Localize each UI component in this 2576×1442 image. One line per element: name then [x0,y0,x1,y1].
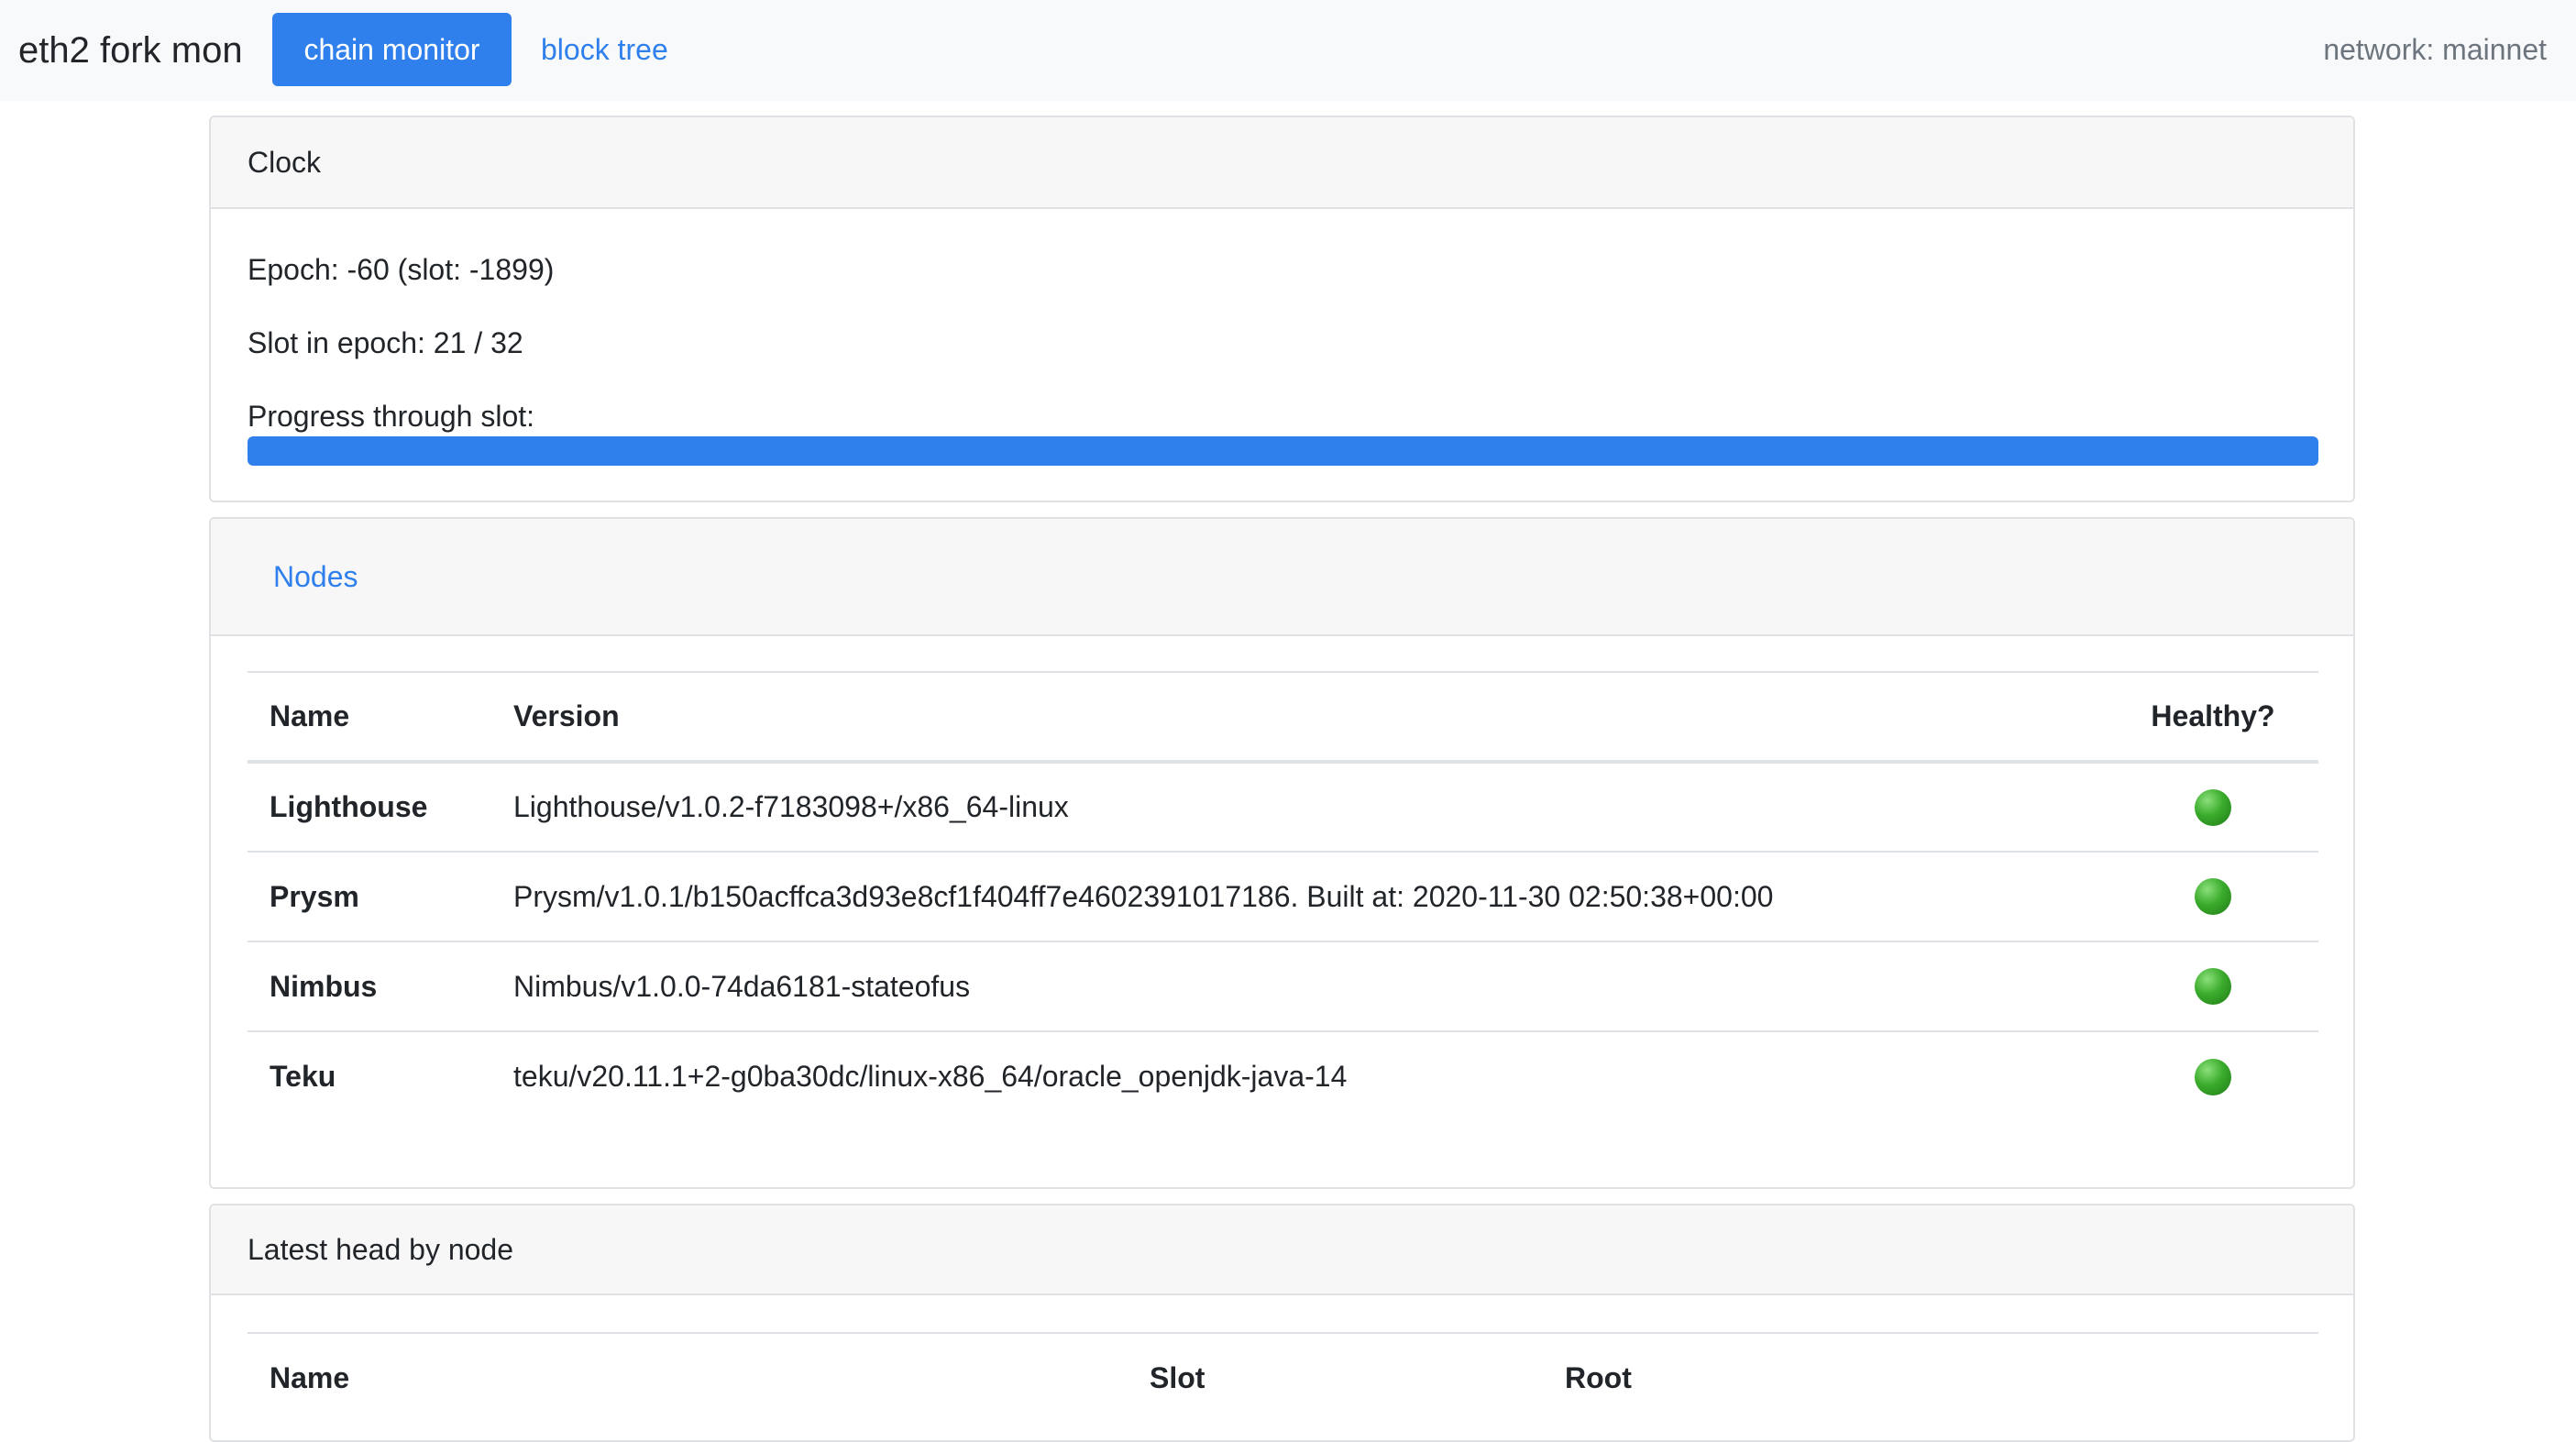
column-header-name: Name [270,1361,350,1394]
tab-block-tree[interactable]: block tree [541,13,668,86]
network-indicator: network: mainnet [2323,33,2547,66]
slot-in-epoch-text: Slot in epoch: 21 / 32 [248,326,523,359]
column-header-name: Name [248,671,491,764]
table-row: Nimbus Nimbus/v1.0.0-74da6181-stateofus [248,941,2318,1031]
tab-nodes[interactable]: Nodes [273,560,358,593]
column-header-root: Root [1565,1361,1632,1394]
nodes-table-header-row: Name Version Healthy? [248,671,2318,764]
clock-card: Clock Epoch: -60 (slot: -1899) Slot in e… [209,116,2355,502]
slot-progress-bar [248,436,2318,466]
clock-card-header: Clock [211,117,2353,209]
node-version: teku/v20.11.1+2-g0ba30dc/linux-x86_64/or… [491,1030,2108,1121]
node-version: Lighthouse/v1.0.2-f7183098+/x86_64-linux [491,761,2108,852]
slot-progress-fill [248,436,2318,466]
healthy-status-icon [2195,1058,2231,1095]
healthy-status-icon [2195,788,2231,826]
healthy-status-icon [2195,968,2231,1006]
table-row: Lighthouse Lighthouse/v1.0.2-f7183098+/x… [248,761,2318,852]
node-name: Nimbus [248,941,491,1031]
progress-label: Progress through slot: [248,400,535,433]
node-version: Nimbus/v1.0.0-74da6181-stateofus [491,941,2108,1031]
top-navbar: eth2 fork mon chain monitor block tree n… [0,0,2576,101]
nodes-table: Name Version Healthy? Lighthouse Lightho… [248,671,2318,1121]
node-name: Teku [248,1030,491,1121]
column-header-version: Version [491,671,2108,764]
nodes-card-header: Nodes [211,519,2353,636]
latest-head-table-header: Name Slot Root [248,1332,2318,1422]
table-row: Teku teku/v20.11.1+2-g0ba30dc/linux-x86_… [248,1030,2318,1121]
tab-chain-monitor[interactable]: chain monitor [272,13,512,86]
brand-title[interactable]: eth2 fork mon [18,0,243,101]
table-row: Prysm Prysm/v1.0.1/b150acffca3d93e8cf1f4… [248,851,2318,941]
column-header-healthy: Healthy? [2108,671,2318,764]
nodes-card: Nodes Name Version Healthy? Lighthouse L… [209,517,2355,1189]
epoch-text: Epoch: -60 (slot: -1899) [248,253,555,286]
node-version: Prysm/v1.0.1/b150acffca3d93e8cf1f404ff7e… [491,851,2108,941]
column-header-slot: Slot [1150,1361,1205,1394]
latest-head-card: Latest head by node Name Slot Root [209,1204,2355,1442]
latest-head-card-header: Latest head by node [211,1205,2353,1295]
healthy-status-icon [2195,878,2231,916]
node-name: Prysm [248,851,491,941]
node-name: Lighthouse [248,761,491,852]
